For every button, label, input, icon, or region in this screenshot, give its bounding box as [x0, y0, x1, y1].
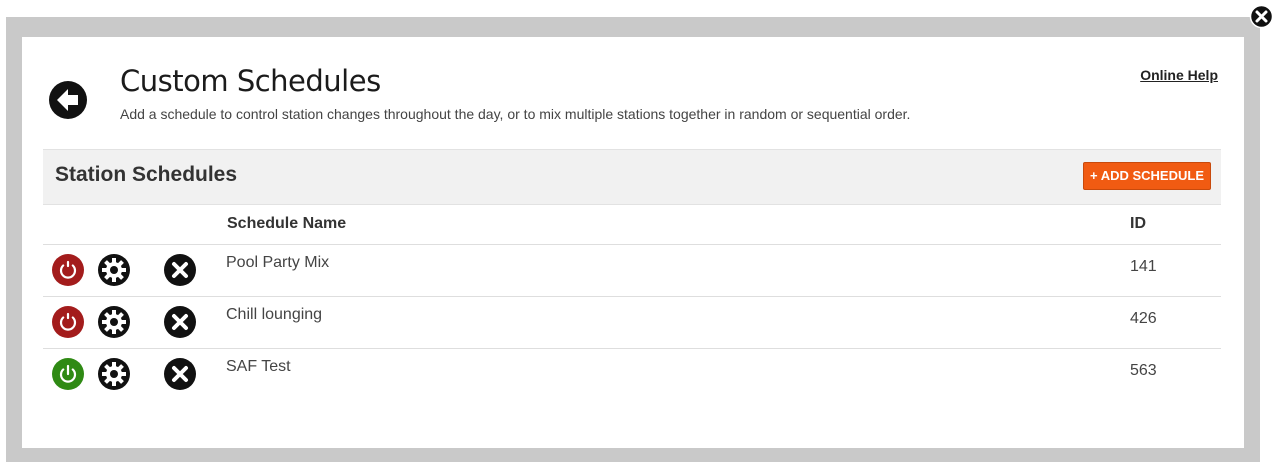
- online-help-link[interactable]: Online Help: [1140, 67, 1218, 83]
- section-title: Station Schedules: [55, 163, 238, 186]
- schedules-table: Schedule Name ID Pool Party Mix 141 Chil…: [43, 204, 1221, 400]
- column-header-schedule-name: Schedule Name: [227, 215, 347, 232]
- gear-icon[interactable]: [97, 253, 131, 287]
- column-header-id: ID: [1130, 215, 1146, 232]
- schedule-id-cell: 563: [1130, 362, 1157, 379]
- schedule-id-cell: 141: [1130, 258, 1157, 275]
- table-row: Pool Party Mix 141: [43, 245, 1221, 297]
- power-icon[interactable]: [51, 305, 85, 339]
- delete-icon[interactable]: [163, 305, 197, 339]
- back-arrow-icon[interactable]: [48, 80, 88, 120]
- page-title: Custom Schedules: [120, 64, 381, 98]
- schedule-name-cell[interactable]: Chill lounging: [226, 306, 322, 324]
- add-schedule-button[interactable]: + ADD SCHEDULE: [1082, 162, 1211, 190]
- gear-icon[interactable]: [97, 357, 131, 391]
- delete-icon[interactable]: [163, 357, 197, 391]
- table-row: Chill lounging 426: [43, 297, 1221, 349]
- schedule-id-cell: 426: [1130, 310, 1157, 327]
- gear-icon[interactable]: [97, 305, 131, 339]
- power-icon[interactable]: [51, 253, 85, 287]
- close-icon[interactable]: [1249, 4, 1274, 29]
- delete-icon[interactable]: [163, 253, 197, 287]
- table-header: Schedule Name ID: [43, 204, 1221, 245]
- schedule-name-cell[interactable]: SAF Test: [226, 358, 291, 376]
- page-subtitle: Add a schedule to control station change…: [120, 106, 911, 122]
- custom-schedules-dialog: Custom Schedules Add a schedule to contr…: [22, 37, 1244, 448]
- table-row: SAF Test 563: [43, 349, 1221, 400]
- station-schedules-header: Station Schedules + ADD SCHEDULE: [43, 149, 1221, 205]
- schedule-name-cell[interactable]: Pool Party Mix: [226, 254, 329, 272]
- power-icon[interactable]: [51, 357, 85, 391]
